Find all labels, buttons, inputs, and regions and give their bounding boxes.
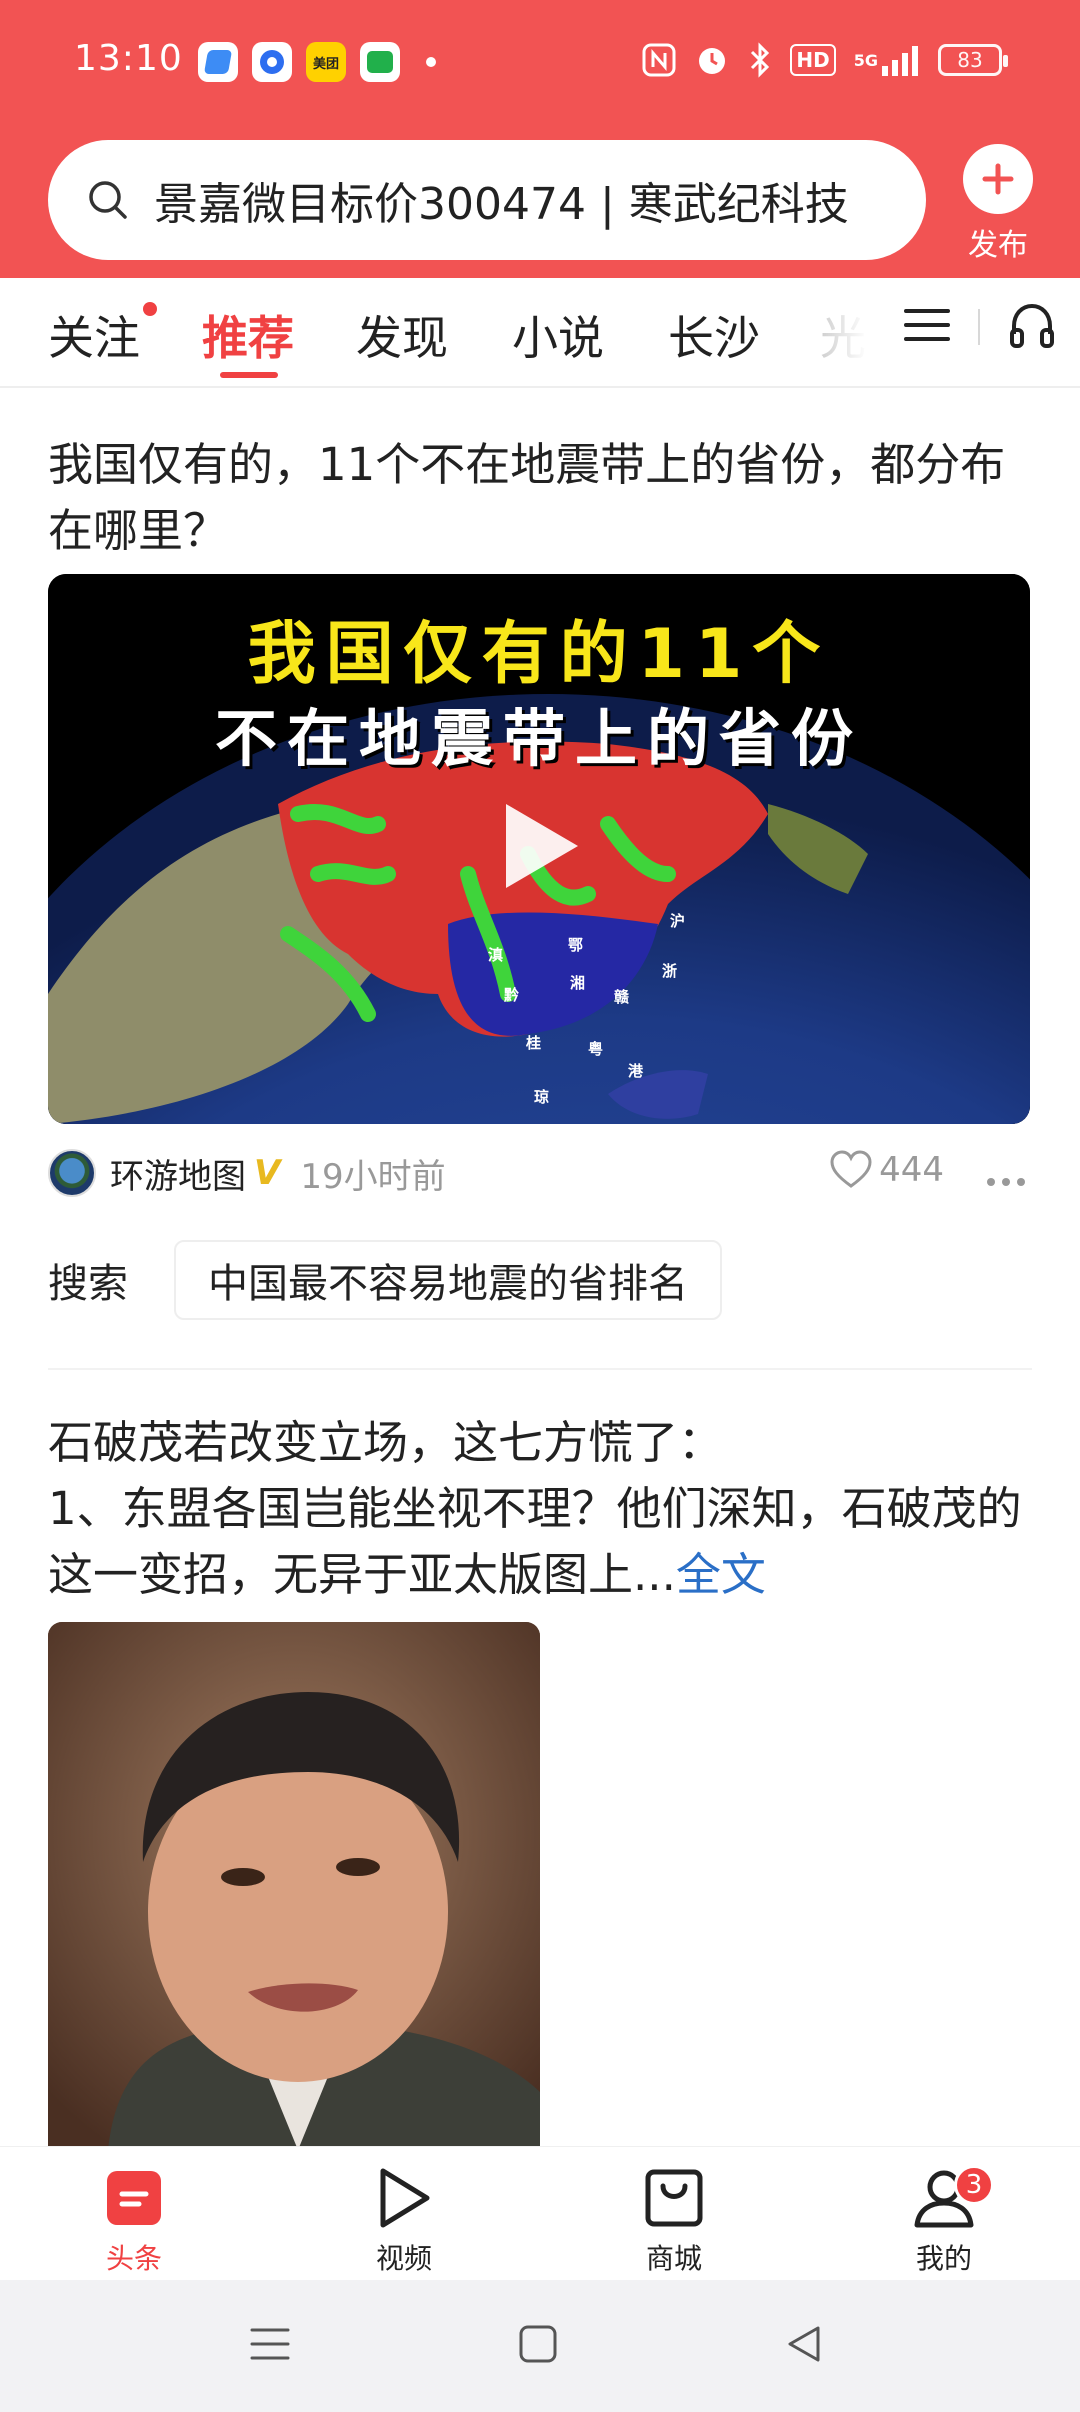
notification-badge: 3 [954, 2165, 994, 2205]
alarm-icon [694, 40, 730, 80]
5g-signal-icon: 5G [854, 40, 920, 80]
shopping-bag-icon [614, 2165, 734, 2231]
play-icon[interactable] [506, 804, 578, 888]
hd-icon: HD [790, 40, 836, 80]
article-title[interactable]: 我国仅有的，11个不在地震带上的省份，都分布在哪里？ [48, 432, 1032, 564]
blue-notes-app-icon [198, 42, 238, 82]
tabs-fade-overlay [800, 278, 890, 386]
feed-divider [48, 1368, 1032, 1370]
map-label: 滇 [488, 946, 504, 964]
article-meta: 环游地图 V 19小时前 444 [48, 1148, 1032, 1198]
tab-discover[interactable]: 发现 [356, 302, 448, 368]
toutiao-icon [74, 2165, 194, 2231]
map-label: 琼 [534, 1088, 550, 1106]
nav-mall[interactable]: 商城 [614, 2165, 734, 2277]
map-label: 粤 [588, 1040, 604, 1058]
tab-separator [978, 309, 980, 345]
publish-time: 19小时前 [300, 1156, 446, 1197]
post-text[interactable]: 石破茂若改变立场，这七方慌了： 1、东盟各国岂能坐视不理？他们深知，石破茂的这一… [48, 1410, 1032, 1608]
recent-apps-icon[interactable] [248, 2322, 292, 2370]
heart-icon [830, 1150, 872, 1188]
tab-following[interactable]: 关注 [48, 302, 140, 368]
system-nav-bar [0, 2280, 1080, 2412]
like-button[interactable]: 444 [829, 1150, 944, 1190]
related-search: 搜索 中国最不容易地震的省排名 [48, 1240, 722, 1320]
status-bar: 13:10 美团 HD 5G 83 [0, 0, 1080, 124]
tab-tools [904, 302, 1056, 352]
read-more-link[interactable]: 全文 [676, 1548, 766, 1601]
author-avatar[interactable] [48, 1149, 96, 1197]
status-time: 13:10 [74, 38, 183, 79]
related-search-chip[interactable]: 中国最不容易地震的省排名 [174, 1240, 722, 1320]
more-notifications-dot [426, 57, 436, 67]
tab-recommended[interactable]: 推荐 [202, 302, 294, 368]
active-tab-underline [220, 372, 278, 378]
nav-home-label: 头条 [105, 2242, 162, 2275]
post-line-2: 1、东盟各国岂能坐视不理？他们深知，石破茂的这一变招，无异于亚太版图上...全文 [48, 1482, 1022, 1601]
battery-indicator: 83 [938, 44, 1008, 76]
author-name[interactable]: 环游地图 [110, 1149, 246, 1198]
nav-profile[interactable]: 我的 3 [884, 2165, 1004, 2277]
nfc-icon [642, 40, 676, 80]
search-bar[interactable]: 景嘉微目标价300474 | 寒武纪科技 [48, 140, 926, 260]
video-thumbnail[interactable]: 我国仅有的11个 不在地震带上的省份 滇 鄂 黔 湘 赣 浙 桂 粤 港 琼 沪 [48, 574, 1030, 1124]
top-header: 13:10 美团 HD 5G 83 景嘉微目标价300474 | 寒武纪科技 发… [0, 0, 1080, 278]
blue-circle-app-icon [252, 42, 292, 82]
tab-changsha[interactable]: 长沙 [668, 302, 760, 368]
video-play-icon [344, 2165, 464, 2231]
map-label: 沪 [670, 912, 686, 930]
plus-icon [963, 144, 1033, 214]
back-icon[interactable] [782, 2322, 826, 2370]
following-new-dot [143, 302, 157, 316]
map-label: 鄂 [568, 936, 584, 954]
publish-label: 发布 [968, 228, 1028, 263]
map-label: 湘 [570, 974, 586, 992]
post-photo[interactable] [48, 1622, 540, 2150]
search-input[interactable]: 景嘉微目标价300474 | 寒武纪科技 [154, 168, 894, 232]
map-label: 港 [628, 1062, 644, 1080]
channel-menu-icon[interactable] [904, 305, 950, 349]
green-chat-app-icon [360, 42, 400, 82]
map-label: 赣 [614, 988, 630, 1006]
search-icon [89, 181, 127, 219]
nav-profile-label: 我的 [915, 2242, 972, 2275]
nav-video-label: 视频 [375, 2242, 432, 2275]
system-status-icons: HD 5G 83 [642, 40, 1008, 80]
nav-video[interactable]: 视频 [344, 2165, 464, 2277]
home-icon[interactable] [516, 2322, 560, 2370]
tab-novels[interactable]: 小说 [512, 302, 604, 368]
nav-mall-label: 商城 [645, 2242, 702, 2275]
bottom-nav: 头条 视频 商城 我的 3 [0, 2146, 1080, 2280]
headphones-icon[interactable] [1008, 302, 1056, 352]
map-label: 浙 [662, 962, 678, 980]
portrait-image [48, 1622, 540, 2150]
meituan-app-icon: 美团 [306, 42, 346, 82]
bluetooth-icon [748, 40, 772, 80]
nav-home[interactable]: 头条 [74, 2165, 194, 2277]
map-label: 桂 [526, 1034, 542, 1052]
post-line-1: 石破茂若改变立场，这七方慌了： [48, 1416, 724, 1469]
notification-app-icons: 美团 [198, 42, 436, 82]
like-count: 444 [879, 1150, 944, 1190]
map-label: 黔 [504, 986, 520, 1004]
verified-badge-icon: V [254, 1153, 281, 1193]
publish-button[interactable]: 发布 [960, 144, 1036, 264]
more-options-icon[interactable] [986, 1156, 1026, 1196]
related-search-label: 搜索 [48, 1261, 128, 1307]
